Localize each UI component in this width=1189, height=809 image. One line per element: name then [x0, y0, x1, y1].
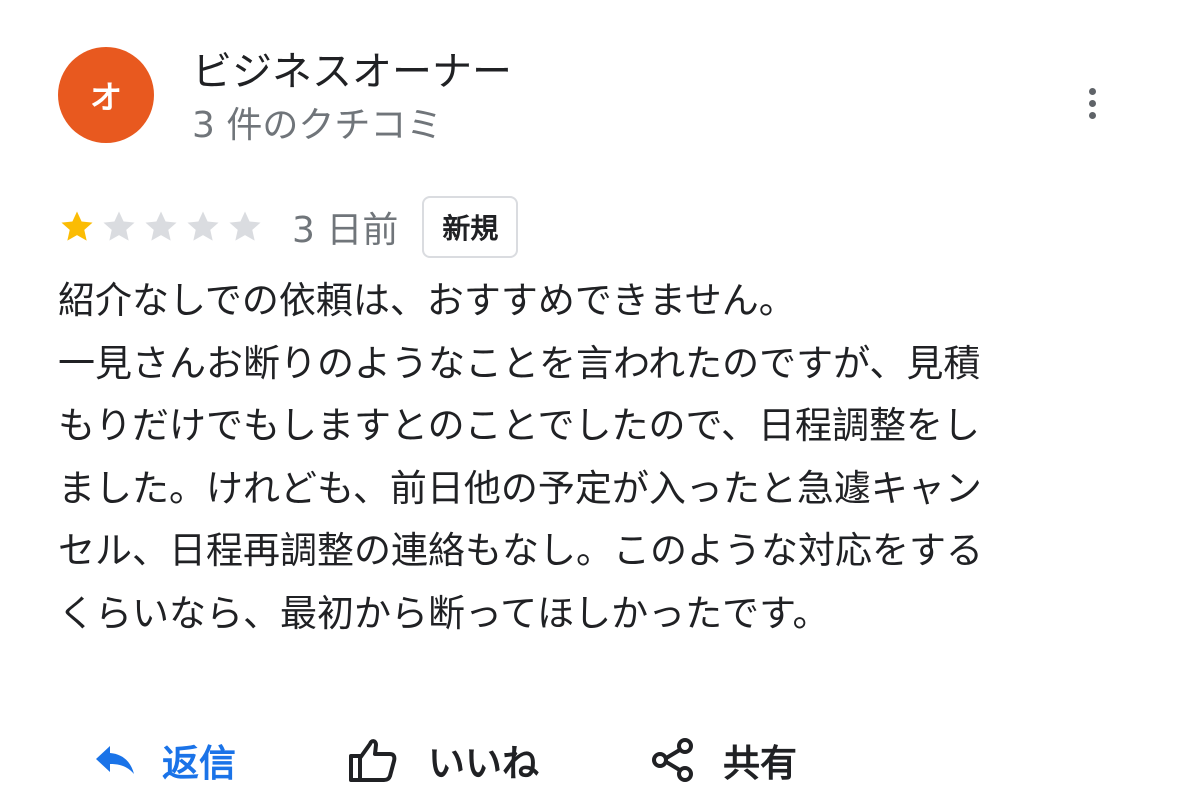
like-label: いいね — [428, 742, 539, 785]
like-button[interactable]: いいね — [348, 733, 539, 787]
new-badge: 新規 — [422, 196, 519, 258]
more-options-button[interactable] — [1072, 80, 1112, 126]
review-text-line: 紹介なしでの依頼は、おすすめできません。 — [58, 279, 796, 322]
star-empty-icon — [142, 208, 180, 246]
author-name[interactable]: ビジネスオーナー — [192, 46, 512, 98]
star-empty-icon — [226, 208, 264, 246]
share-icon — [651, 737, 695, 783]
reply-icon — [90, 742, 138, 778]
review-text-line: 一見さんお断りのようなことを言われたのですが、見積 — [58, 341, 981, 385]
reply-button[interactable]: 返信 — [90, 733, 236, 787]
review-card: オ ビジネスオーナー 3 件のクチコミ 3 日前 新規 紹介なしでの依頼は、おす… — [0, 0, 1189, 809]
share-label: 共有 — [723, 742, 797, 785]
share-button[interactable]: 共有 — [651, 733, 797, 787]
review-text: 紹介なしでの依頼は、おすすめできません。一見さんお断りのようなことを言われたので… — [58, 270, 1138, 645]
star-empty-icon — [184, 208, 222, 246]
review-text-line: ました。けれども、前日他の予定が入ったと急遽キャン — [58, 466, 982, 510]
thumb-up-icon — [348, 736, 398, 784]
star-filled-icon — [58, 208, 96, 246]
star-empty-icon — [100, 208, 138, 246]
review-actions: 返信 いいね 共有 — [90, 730, 797, 790]
author-review-count: 3 件のクチコミ — [192, 105, 443, 146]
review-text-line: セル、日程再調整の連絡もなし。このような対応をする — [58, 529, 983, 572]
review-date: 3 日前 — [292, 210, 399, 251]
rating-row: 3 日前 新規 — [58, 196, 519, 258]
review-text-line: もりだけでもしますとのことでしたので、日程調整をし — [58, 404, 981, 447]
more-vert-icon — [1088, 87, 1096, 95]
reply-label: 返信 — [162, 742, 236, 785]
more-vert-icon-dot — [1088, 99, 1096, 107]
more-vert-icon-dot — [1088, 111, 1096, 119]
review-text-line: くらいなら、最初から断ってほしかったです。 — [58, 591, 830, 635]
star-rating — [58, 208, 264, 246]
avatar[interactable]: オ — [58, 47, 154, 143]
avatar-initial: オ — [89, 78, 122, 116]
